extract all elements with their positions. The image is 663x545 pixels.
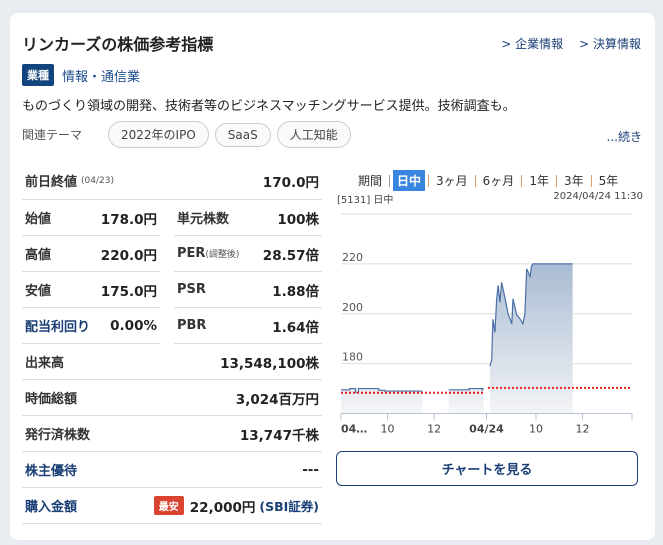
y-tick-label: 180 (342, 351, 363, 364)
y-tick-label: 220 (342, 251, 363, 264)
x-tick-label: 10 (529, 423, 543, 436)
y-tick-label: 200 (342, 301, 363, 314)
view-chart-button[interactable]: チャートを見る (336, 451, 638, 486)
x-tick-label: 04… (341, 423, 367, 436)
x-tick-label: 10 (381, 423, 395, 436)
x-tick-label: 04/24 (469, 423, 504, 436)
x-tick-label: 12 (576, 423, 590, 436)
x-tick-label: 12 (427, 423, 441, 436)
